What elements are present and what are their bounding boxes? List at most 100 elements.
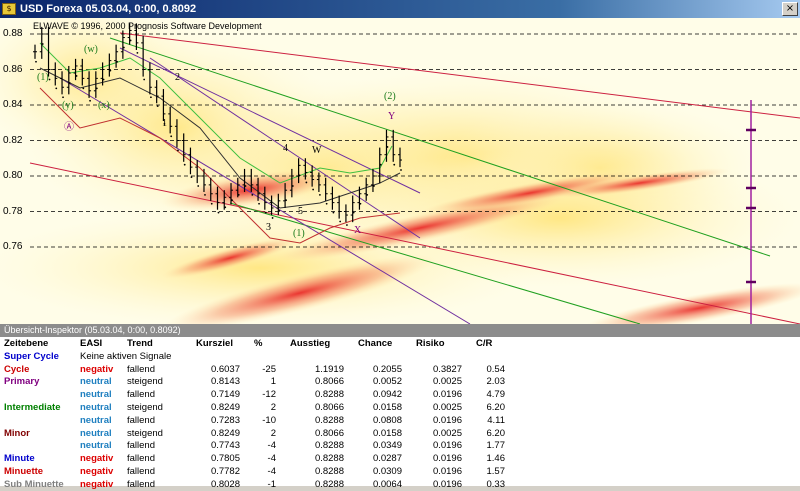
chart-canvas [0, 18, 800, 324]
row-kursziel: 0.8249 [210, 402, 240, 414]
row-chance: 0.0158 [372, 427, 402, 439]
row-chance: 0.2055 [372, 363, 402, 375]
row-percent: -4 [267, 440, 276, 452]
row-cr: 1.46 [486, 453, 506, 465]
row-ausstieg: 0.8288 [314, 440, 344, 452]
app-window: $ USD Forexa 05.03.04, 0:00, 0.8092 × EL… [0, 0, 800, 490]
row-level: Primary [4, 376, 40, 388]
table-row[interactable]: Cycle negativ fallend 0.6037 -25 1.1919 0.2055… [0, 363, 505, 376]
row-percent: -4 [267, 453, 276, 465]
row-level: Super Cycle [4, 350, 59, 362]
table-row[interactable]: Intermediate neutral steigend 0.8249 2 0.8066… [0, 401, 505, 414]
envelope-dot [109, 69, 112, 72]
close-button[interactable]: × [782, 2, 798, 16]
envelope-dot [386, 146, 389, 148]
y-tick-label: 0.82 [3, 134, 23, 146]
header-trend[interactable]: Trend [127, 337, 182, 350]
row-cr: 1.77 [486, 440, 506, 452]
row-chance: 0.0808 [372, 414, 402, 426]
row-level: Minor [4, 427, 30, 439]
envelope-dot [89, 99, 91, 102]
envelope-dot [143, 78, 146, 81]
envelope-dot [346, 224, 348, 226]
wave-label-5: 5 [298, 206, 303, 217]
row-level [0, 414, 80, 427]
header-kursziel[interactable]: Kursziel [182, 337, 240, 350]
wave-label-x: (x) [98, 100, 110, 111]
row-easi: neutral [80, 389, 112, 401]
row-chance: 0.0942 [372, 389, 402, 401]
row-trend: steigend [127, 402, 163, 414]
y-tick-label: 0.88 [3, 28, 23, 39]
envelope-dot [373, 185, 375, 187]
title-bar[interactable]: $ USD Forexa 05.03.04, 0:00, 0.8092 × [0, 0, 800, 18]
app-icon[interactable]: $ [2, 3, 16, 15]
table-row[interactable]: neutral fallend 0.7283 -10 0.8288 0.0808 0.019… [0, 414, 505, 427]
inspector-table: Zeitebene EASI Trend Kursziel % Ausstieg… [0, 337, 505, 491]
header-percent[interactable]: % [240, 337, 276, 350]
row-easi: neutral [80, 376, 112, 388]
row-cr: 1.57 [486, 466, 506, 478]
table-row[interactable]: neutral fallend 0.7743 -4 0.8288 0.0349 0.0196… [0, 440, 505, 453]
row-risiko: 0.0025 [432, 376, 462, 388]
header-chance[interactable]: Chance [344, 337, 402, 350]
row-ausstieg [276, 350, 344, 363]
price-chart[interactable]: ELWAVE © 1996, 2000 Prognosis Software D… [0, 18, 800, 324]
envelope-dot [129, 39, 132, 42]
row-trend: fallend [127, 414, 155, 426]
row-kursziel: 0.7283 [210, 414, 240, 426]
row-risiko: 0.0025 [432, 427, 462, 439]
table-row[interactable]: neutral fallend 0.7149 -12 0.8288 0.0942 0.019… [0, 388, 505, 401]
header-ausstieg[interactable]: Ausstieg [276, 337, 344, 350]
header-zeitebene[interactable]: Zeitebene [0, 337, 80, 350]
row-risiko: 0.0196 [432, 414, 462, 426]
row-percent: -10 [262, 414, 276, 426]
table-row[interactable]: Minuette negativ fallend 0.7782 -4 0.8288 0.03… [0, 465, 505, 478]
row-ausstieg: 0.8066 [314, 427, 344, 439]
envelope-dot [318, 193, 321, 196]
envelope-dot [285, 199, 287, 202]
row-chance: 0.0287 [372, 453, 402, 465]
table-row[interactable]: Primary neutral steigend 0.8143 1 0.8066 0.005… [0, 376, 505, 389]
row-easi: negativ [80, 478, 114, 490]
row-level: Sub Minuette [4, 478, 64, 490]
table-row[interactable]: Sub Minuette negativ fallend 0.8028 -1 0.8288… [0, 478, 505, 491]
envelope-dot [258, 202, 260, 205]
envelope-dot [62, 96, 64, 99]
row-cr: 2.03 [486, 376, 506, 388]
row-percent [240, 350, 276, 363]
inspector-title: Übersicht-Inspektor (05.03.04, 0:00, 0.8… [0, 324, 800, 337]
envelope-dot [55, 87, 58, 90]
wave-label-1-left: (1) [37, 72, 49, 83]
table-row[interactable]: Super Cycle Keine aktiven Signale [0, 350, 505, 363]
row-chance: 0.0052 [372, 376, 402, 388]
row-kursziel: 0.8249 [210, 427, 240, 439]
y-tick-label: 0.84 [3, 99, 23, 110]
header-risiko[interactable]: Risiko [402, 337, 462, 350]
window-title: USD Forexa 05.03.04, 0:00, 0.8092 [20, 3, 197, 15]
row-easi: neutral [80, 427, 112, 439]
row-trend: steigend [127, 427, 163, 439]
header-easi[interactable]: EASI [80, 337, 127, 350]
envelope-dot [332, 211, 335, 214]
envelope-dot [271, 217, 274, 219]
table-row[interactable]: Minute negativ fallend 0.7805 -4 0.8288 0.0287… [0, 452, 505, 465]
table-row[interactable]: Minor neutral steigend 0.8249 2 0.8066 0.0158 0… [0, 427, 505, 440]
envelope-dot [278, 209, 281, 212]
row-kursziel: 0.8028 [210, 478, 240, 490]
envelope-dot [217, 211, 220, 214]
table-header-row: Zeitebene EASI Trend Kursziel % Ausstieg… [0, 337, 505, 350]
row-risiko [402, 350, 462, 363]
row-kursziel: 0.7805 [210, 453, 240, 465]
envelope-dot [116, 60, 119, 63]
wave-label-2: 2 [175, 72, 180, 83]
row-cr: 6.20 [486, 427, 506, 439]
row-risiko: 0.0196 [432, 440, 462, 452]
row-chance: 0.0309 [372, 466, 402, 478]
y-tick-label: 0.80 [3, 170, 23, 181]
row-easi: negativ [80, 363, 114, 375]
row-kursziel: 0.6037 [210, 363, 240, 375]
header-cr[interactable]: C/R [462, 337, 505, 350]
wave-label-1: 1 [162, 118, 167, 129]
envelope-dot [41, 43, 44, 45]
